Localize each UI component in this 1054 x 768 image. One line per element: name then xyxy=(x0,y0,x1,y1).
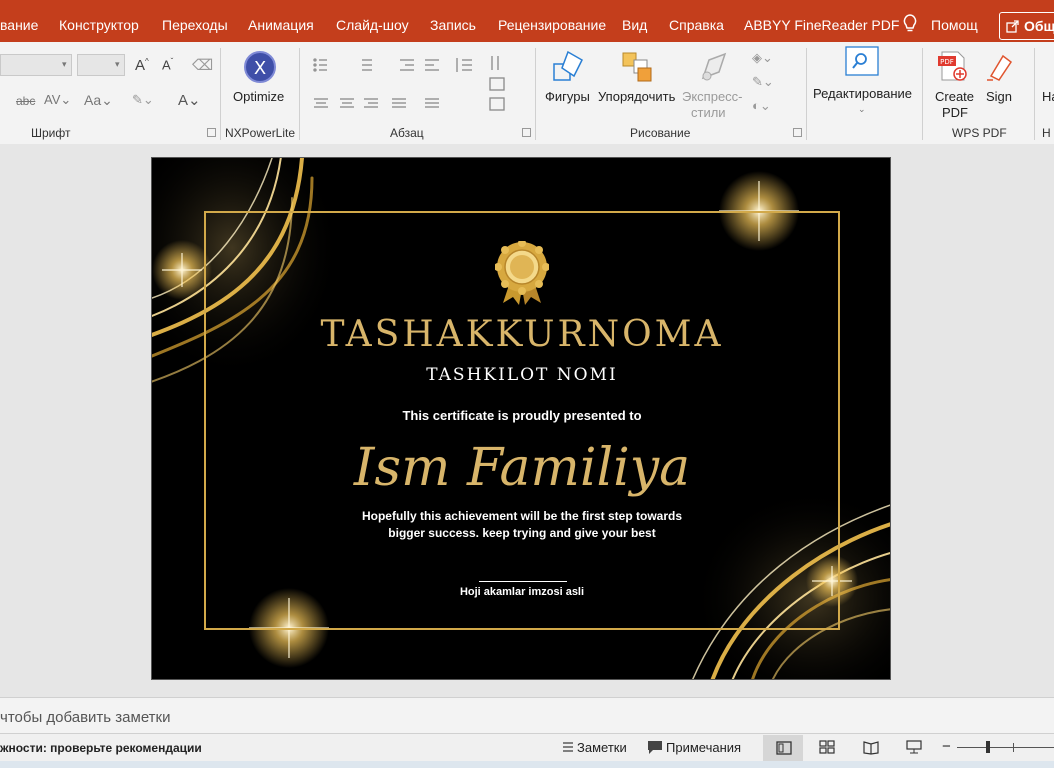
paragraph-tools[interactable] xyxy=(312,56,532,126)
group-separator xyxy=(806,48,807,140)
tab-view[interactable]: Вид xyxy=(622,17,647,33)
normal-view-icon xyxy=(776,741,792,755)
chevron-down-icon: ▾ xyxy=(62,59,67,69)
zoom-out-button[interactable]: − xyxy=(942,738,951,755)
lightbulb-icon[interactable] xyxy=(902,14,918,34)
editing-button[interactable]: Редактирование xyxy=(813,86,912,101)
tab-animations[interactable]: Анимация xyxy=(248,17,314,33)
clear-format-icon[interactable]: ⌫ xyxy=(192,56,213,74)
normal-view-button[interactable] xyxy=(763,735,803,761)
char-spacing-icon[interactable]: AV⌄ xyxy=(44,92,71,108)
taskbar-strip xyxy=(0,761,1054,768)
create-pdf-button-line1[interactable]: Create xyxy=(935,89,974,104)
share-button[interactable]: Общ xyxy=(999,12,1054,40)
certificate-message: Hopefully this achievement will be the f… xyxy=(152,508,890,542)
tab-transitions[interactable]: Переходы xyxy=(162,17,228,33)
message-line-1: Hopefully this achievement will be the f… xyxy=(361,509,683,523)
shapes-icon[interactable] xyxy=(552,50,586,84)
notes-pane[interactable]: чтобы добавить заметки xyxy=(0,697,1054,734)
tab-designer[interactable]: Конструктор xyxy=(59,17,139,33)
tab-design-partial[interactable]: вание xyxy=(0,17,38,33)
notes-icon xyxy=(563,742,573,752)
tab-abbyy[interactable]: ABBYY FineReader PDF xyxy=(744,17,899,33)
optimize-icon[interactable]: X xyxy=(243,50,277,84)
signature-line xyxy=(479,581,567,582)
comments-button[interactable]: Примечания xyxy=(666,740,741,755)
group-separator xyxy=(922,48,923,140)
accessibility-status[interactable]: жности: проверьте рекомендации xyxy=(0,741,202,755)
highlight-icon[interactable]: ✎⌄ xyxy=(132,92,154,108)
organization-name: TASHKILOT NOMI xyxy=(426,365,618,385)
zoom-slider[interactable] xyxy=(957,741,1054,753)
arrange-button[interactable]: Упорядочить xyxy=(598,89,675,104)
zoom-slider-midmark xyxy=(1013,743,1014,752)
create-pdf-icon[interactable]: PDF xyxy=(936,50,970,84)
quick-styles-icon[interactable] xyxy=(697,50,731,84)
tab-tell-me[interactable]: Помощ xyxy=(931,17,978,33)
slide-canvas[interactable]: TASHAKKURNOMA TASHKILOT NOMI This certif… xyxy=(151,157,891,680)
recipient-name: Ism Familiya xyxy=(353,438,691,498)
svg-text:PDF: PDF xyxy=(940,58,954,66)
reading-view-icon[interactable] xyxy=(862,739,880,755)
quick-styles-button-line2[interactable]: стили xyxy=(691,105,726,120)
shapes-button[interactable]: Фигуры xyxy=(545,89,590,104)
optimize-button[interactable]: Optimize xyxy=(233,89,284,104)
tab-help[interactable]: Справка xyxy=(669,17,724,33)
comments-icon xyxy=(648,741,662,754)
group-separator xyxy=(299,48,300,140)
shape-outline-icon[interactable]: ✎⌄ xyxy=(752,74,774,90)
quick-styles-button-line1[interactable]: Экспресс- xyxy=(682,89,743,104)
paragraph-dialog-launcher[interactable] xyxy=(522,128,531,137)
zoom-slider-thumb[interactable] xyxy=(986,741,990,753)
certificate-title: TASHAKKURNOMA xyxy=(320,314,724,355)
create-pdf-button-line2[interactable]: PDF xyxy=(942,105,968,120)
chevron-down-icon: ▾ xyxy=(115,59,120,69)
ribbon-tab-bar: вание Конструктор Переходы Анимация Слай… xyxy=(0,0,1054,48)
next-group-label-partial: Н xyxy=(1042,126,1051,140)
drawing-dialog-launcher[interactable] xyxy=(793,128,802,137)
group-separator xyxy=(535,48,536,140)
arrange-icon[interactable] xyxy=(620,50,654,84)
notes-button[interactable]: Заметки xyxy=(577,740,627,755)
tab-review[interactable]: Рецензирование xyxy=(498,17,606,33)
font-group-label: Шрифт xyxy=(31,126,71,140)
strikethrough-icon[interactable]: abc xyxy=(16,94,35,108)
tab-record[interactable]: Запись xyxy=(430,17,476,33)
tab-slideshow[interactable]: Слайд-шоу xyxy=(336,17,409,33)
group-separator xyxy=(220,48,221,140)
svg-text:X: X xyxy=(254,58,266,79)
next-group-button-partial[interactable]: На xyxy=(1042,89,1054,104)
wps-pdf-group-label: WPS PDF xyxy=(952,126,1007,140)
shape-fill-icon[interactable]: ◈⌄ xyxy=(752,50,773,66)
find-icon[interactable] xyxy=(845,46,879,76)
nxpowerlite-group-label: NXPowerLite xyxy=(225,126,296,140)
ribbon: ▾ ▾ A^ Aˇ ⌫ abc AV⌄ Aa⌄ ✎⌄ A⌄ Шрифт X Op… xyxy=(0,42,1054,145)
paragraph-group-label: Абзац xyxy=(390,126,424,140)
medal-icon xyxy=(495,241,549,305)
share-icon xyxy=(1006,20,1019,33)
signature-label: Hoji akamlar imzosi asli xyxy=(459,586,585,598)
increase-font-icon[interactable]: A^ xyxy=(135,57,149,74)
shape-effects-icon[interactable]: ◐⌄ xyxy=(752,98,771,114)
change-case-icon[interactable]: Aa⌄ xyxy=(84,92,113,109)
font-color-icon[interactable]: A⌄ xyxy=(178,91,201,109)
sign-button[interactable]: Sign xyxy=(986,89,1012,104)
notes-placeholder: чтобы добавить заметки xyxy=(0,709,171,726)
chevron-down-icon: ⌄ xyxy=(858,104,866,114)
sign-icon[interactable] xyxy=(983,50,1017,84)
slideshow-icon[interactable] xyxy=(905,739,923,755)
presented-to-text: This certificate is proudly presented to xyxy=(402,408,642,423)
decrease-font-icon[interactable]: Aˇ xyxy=(162,57,173,72)
slide-sorter-icon[interactable] xyxy=(818,739,836,755)
group-separator xyxy=(1034,48,1035,140)
message-line-2: bigger success. keep trying and give you… xyxy=(388,526,656,540)
status-bar: жности: проверьте рекомендации Заметки П… xyxy=(0,733,1054,762)
share-label: Общ xyxy=(1024,18,1054,34)
drawing-group-label: Рисование xyxy=(630,126,691,140)
font-dialog-launcher[interactable] xyxy=(207,128,216,137)
